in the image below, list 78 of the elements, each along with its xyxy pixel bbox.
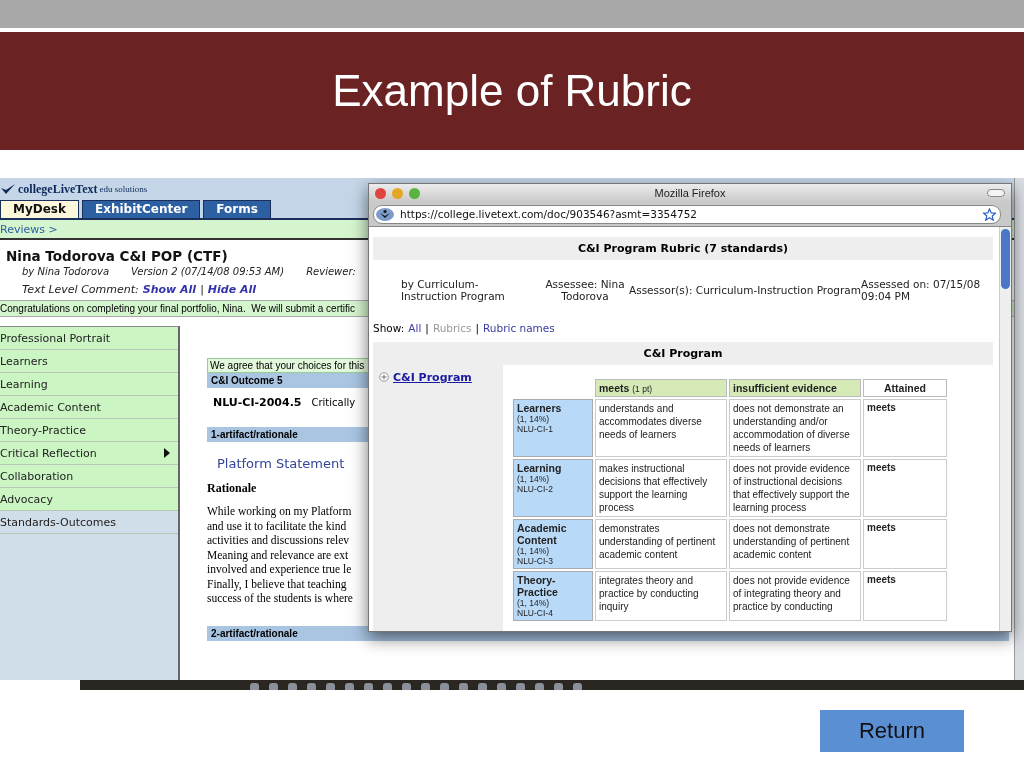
site-icon	[376, 207, 394, 221]
separator-text: |	[425, 322, 429, 334]
column-header: Attained	[863, 379, 947, 397]
version-text: Version 2 (07/14/08 09:53 AM)	[131, 266, 285, 277]
subheading: Rationale	[207, 481, 257, 496]
paragraph-line: success of the students is where	[207, 591, 353, 606]
filter-link[interactable]: Rubric names	[483, 322, 555, 334]
attained-cell: meets	[863, 399, 947, 457]
logo-tagline: edu solutions	[99, 184, 148, 194]
standard-text: Critically	[311, 397, 356, 408]
nav-tab[interactable]: ExhibitCenter	[82, 200, 201, 218]
assessment-info: by Curriculum-Instruction Program	[401, 278, 506, 302]
comment-link[interactable]: Show All	[142, 283, 197, 296]
window-title: Mozilla Firefox	[654, 187, 726, 199]
section-heading: Platform Statement	[217, 456, 345, 471]
attained-cell: meets	[863, 571, 947, 621]
author-text: by Nina Todorova	[22, 266, 110, 277]
table-cell: does not provide evidence of instructional decisions that effectively support the learning process	[729, 459, 861, 517]
assessment-info: Assessor(s): Curriculum-Instruction Program	[629, 284, 861, 296]
column-header: meets (1 pt)	[595, 379, 727, 397]
separator-text: |	[200, 283, 204, 296]
assessment-info: Assessee: Nina Todorova	[545, 278, 625, 302]
paragraph-line: Finally, I believe that teaching	[207, 576, 347, 591]
sidebar-item[interactable]: Academic Content	[0, 396, 178, 419]
nav-tab[interactable]: Forms	[203, 200, 271, 218]
separator-text: |	[475, 322, 480, 334]
table-cell: makes instructional decisions that effectively support the learning process	[595, 459, 727, 517]
reviewer-label: Reviewer:	[306, 266, 356, 277]
standard-cell: Learners (1, 14%) NLU-CI-1	[513, 399, 593, 457]
bookmark-star-icon	[983, 207, 996, 221]
close-button[interactable]	[375, 187, 386, 199]
sidebar-item[interactable]: Advocacy	[0, 488, 178, 511]
show-label: Show:	[373, 322, 405, 334]
standard-cell: Academic Content (1, 14%) NLU-CI-3	[513, 519, 593, 569]
sidebar-item[interactable]: Theory-Practice	[0, 419, 178, 442]
attained-cell: meets	[863, 519, 947, 569]
sidebar-item[interactable]: Professional Portrait	[0, 327, 178, 350]
address-field[interactable]: https://college.livetext.com/doc/903546?asmt=3354752	[373, 204, 1001, 224]
expand-plus-icon	[379, 372, 389, 382]
table-cell: integrates theory and practice by conducting inquiry	[595, 571, 727, 621]
zoom-button[interactable]	[409, 187, 420, 199]
slide-title: Example of Rubric	[332, 66, 692, 116]
logo-text: collegeLiveText	[18, 181, 98, 197]
comment-link[interactable]: Hide All	[207, 283, 257, 296]
sidebar-item[interactable]: Learning	[0, 373, 178, 396]
table-cell: does not demonstrate understanding of pertinent academic content	[729, 519, 861, 569]
paragraph-line: involved and experience true le	[207, 562, 352, 577]
column-header: insufficient evidence	[729, 379, 861, 397]
toolbar-toggle-button[interactable]	[987, 189, 1005, 197]
rubric-title-bar: C&I Program Rubric (7 standards)	[373, 237, 993, 260]
scrollbar[interactable]	[1014, 178, 1024, 680]
table-cell: demonstrates understanding of pertinent academic content	[595, 519, 727, 569]
return-button[interactable]: Return	[820, 710, 964, 752]
paragraph-line: and use it to facilitate the kind	[207, 518, 347, 533]
sidebar-item[interactable]: Learners	[0, 350, 178, 373]
tree-link[interactable]: C&I Program	[393, 371, 472, 384]
sidebar-item[interactable]: Critical Reflection	[0, 442, 178, 465]
breadcrumb-link[interactable]: Reviews >	[0, 222, 58, 236]
table-cell: does not provide evidence of integrating theory and practice by conducting	[729, 571, 861, 621]
standard-code: NLU-CI-2004.5	[213, 396, 302, 409]
assessment-info: Assessed on: 07/15/08 09:04 PM	[861, 278, 982, 302]
paragraph-line: activities and discussions relev	[207, 533, 350, 548]
attained-cell: meets	[863, 459, 947, 517]
paragraph-line: While working on my Platform	[207, 504, 352, 519]
sidebar-item[interactable]: Collaboration	[0, 465, 178, 488]
minimize-button[interactable]	[392, 187, 403, 199]
filter-link[interactable]: All	[408, 322, 422, 334]
standard-cell: Theory-Practice (1, 14%) NLU-CI-4	[513, 571, 593, 621]
paragraph-line: Meaning and relevance are ext	[207, 547, 349, 562]
document-title: Nina Todorova C&I POP (CTF)	[6, 248, 228, 264]
program-bar: C&I Program	[373, 342, 993, 365]
nav-tab[interactable]: MyDesk	[0, 200, 79, 218]
comment-label: Text Level Comment:	[22, 283, 139, 296]
table-cell: does not demonstrate an understanding and/or accommodation of diverse needs of learners	[729, 399, 861, 457]
checkmark-icon	[0, 183, 16, 195]
table-cell: understands and accommodates diverse needs of learners	[595, 399, 727, 457]
scrollbar[interactable]	[999, 227, 1011, 631]
standard-cell: Learning (1, 14%) NLU-CI-2	[513, 459, 593, 517]
